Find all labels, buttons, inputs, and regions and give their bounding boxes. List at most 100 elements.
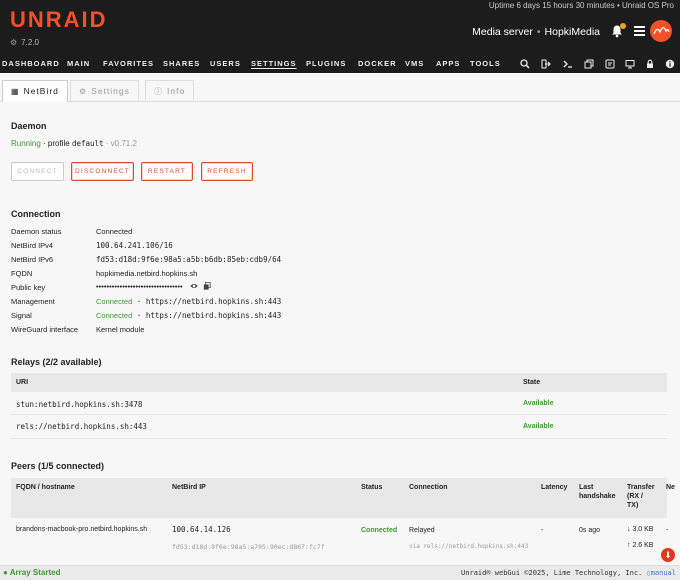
gear-icon: ⚙ — [10, 38, 18, 47]
tab-info[interactable]: ⓘ Info — [145, 80, 195, 101]
nav-shares[interactable]: SHARES — [163, 59, 200, 68]
peers-header-transfer: Transfer (RX / TX) — [627, 483, 655, 510]
array-status[interactable]: ● Array Started — [3, 568, 60, 577]
server-info[interactable]: Media server • HopkiMedia — [472, 26, 600, 38]
daemon-running-status: Running — [11, 139, 41, 148]
nav-dashboard[interactable]: DASHBOARD — [2, 59, 60, 68]
relays-title: Relays (2/2 available) — [11, 357, 102, 367]
daemon-version: · v0.71.2 — [103, 139, 137, 148]
peer-fqdn: brandons-macbook-pro.netbird.hopkins.sh — [16, 526, 148, 533]
tab-settings[interactable]: ⚙ Settings — [70, 80, 139, 101]
ipv4-value: 100.64.241.106/16 — [96, 241, 173, 250]
tab-label: Settings — [91, 86, 130, 96]
restart-button[interactable]: RESTART — [141, 162, 193, 181]
peers-table-header: FQDN / hostname NetBird IP Status Connec… — [11, 478, 675, 518]
peer-status: Connected — [361, 527, 398, 534]
terminal-icon[interactable] — [563, 59, 573, 69]
separator: • — [614, 1, 622, 10]
notification-badge — [620, 23, 626, 29]
peer-ipv6: fd53:d18d:9f6e:98a5:a705:90ec:d867:fc7f — [172, 543, 325, 551]
peer-tx: ↑ 2.6 KB — [627, 542, 654, 549]
unraid-logo[interactable]: UNRAID — [10, 7, 108, 33]
array-status-text: Array Started — [9, 568, 61, 577]
management-label: Management — [11, 297, 55, 306]
peer-extra: - — [666, 527, 669, 534]
info-circle-icon: ⓘ — [154, 87, 163, 96]
signal-label: Signal — [11, 311, 32, 320]
eye-icon[interactable] — [190, 282, 198, 290]
connect-button[interactable]: CONNECT — [11, 162, 64, 181]
profile-prefix: · profile — [40, 139, 72, 148]
feedback-icon[interactable] — [605, 59, 615, 69]
copyright-text: Unraid® webGui ©2025, Lime Technology, I… — [461, 569, 643, 577]
logout-icon[interactable] — [541, 59, 551, 69]
info-icon[interactable] — [665, 59, 675, 69]
ipv6-value: fd53:d18d:9f6e:98a5:a5b:b6db:85eb:cdb9/6… — [96, 255, 282, 264]
profile-name: default — [71, 139, 104, 148]
tab-label: NetBird — [23, 86, 59, 96]
search-icon[interactable] — [520, 59, 530, 69]
peer-via: via rels://netbird.hopkins.sh:443 — [409, 543, 529, 550]
daemon-title: Daemon — [11, 121, 47, 131]
peers-header-connection: Connection — [409, 484, 448, 491]
header: UNRAID ⚙ 7.2.0 Uptime 6 days 15 hours 30 … — [0, 0, 680, 56]
ipv6-label: NetBird IPv6 — [11, 255, 54, 264]
relays-header-uri: URI — [16, 379, 29, 386]
header-line: Last — [579, 484, 594, 491]
management-status: Connected — [96, 297, 133, 306]
disconnect-button[interactable]: DISCONNECT — [71, 162, 134, 181]
daemon-status-label: Daemon status — [11, 227, 62, 236]
nav-vms[interactable]: VMS — [405, 59, 424, 68]
peer-connection: Relayed — [409, 527, 435, 534]
header-line: TX) — [627, 502, 639, 509]
os-label[interactable]: Unraid OS Pro — [622, 1, 674, 10]
peer-handshake: 0s ago — [579, 527, 601, 534]
signal-status: Connected — [96, 311, 133, 320]
main-nav: DASHBOARD MAIN FAVORITES SHARES USERS SE… — [0, 56, 680, 73]
peers-header-handshake: Last handshake — [579, 483, 616, 501]
public-key-masked: ••••••••••••••••••••••••••••••••• — [96, 282, 183, 291]
version-label: ⚙ 7.2.0 — [10, 38, 39, 47]
nav-docker[interactable]: DOCKER — [358, 59, 397, 68]
copy-icon[interactable] — [203, 282, 211, 290]
management-value: Connected · https://netbird.hopkins.sh:4… — [96, 297, 281, 306]
refresh-button[interactable]: REFRESH — [201, 162, 253, 181]
nav-tools[interactable]: TOOLS — [470, 59, 501, 68]
menu-icon[interactable] — [634, 26, 645, 36]
uptime-text: Uptime 6 days 15 hours 30 minutes — [488, 1, 615, 10]
header-line: (RX / — [627, 493, 643, 500]
avatar-graphic — [653, 27, 670, 35]
nav-apps[interactable]: APPS — [436, 59, 460, 68]
display-icon[interactable] — [625, 59, 635, 69]
footer-copyright: Unraid® webGui ©2025, Lime Technology, I… — [461, 569, 676, 577]
peers-header-ip: NetBird IP — [172, 484, 206, 491]
row-divider — [11, 438, 667, 439]
nav-users[interactable]: USERS — [210, 59, 241, 68]
uptime-info: Uptime 6 days 15 hours 30 minutes • Unra… — [489, 1, 674, 10]
manual-link-label: manual — [650, 569, 676, 577]
tab-netbird[interactable]: ▦ NetBird — [2, 80, 68, 102]
separator: • — [536, 26, 541, 38]
version-text: 7.2.0 — [21, 38, 39, 47]
peers-header-status: Status — [361, 484, 383, 491]
nav-favorites[interactable]: FAVORITES — [103, 59, 154, 68]
peer-latency: - — [541, 527, 544, 534]
server-description: Media server — [472, 26, 533, 38]
fqdn-label: FQDN — [11, 269, 33, 278]
copy-icon[interactable] — [584, 59, 594, 69]
nav-settings[interactable]: SETTINGS — [251, 59, 297, 68]
gears-icon: ⚙ — [79, 87, 88, 96]
peer-rx: ↓ 3.0 KB — [627, 526, 654, 533]
footer: ● Array Started Unraid® webGui ©2025, Li… — [0, 565, 680, 580]
avatar[interactable] — [650, 20, 672, 42]
wireguard-label: WireGuard interface — [11, 325, 79, 334]
server-name: HopkiMedia — [544, 26, 600, 38]
lock-icon[interactable] — [645, 59, 655, 69]
nav-main[interactable]: MAIN — [67, 59, 90, 68]
nav-plugins[interactable]: PLUGINS — [306, 59, 346, 68]
ipv4-label: NetBird IPv4 — [11, 241, 54, 250]
daemon-status-value: Connected — [96, 227, 133, 236]
scroll-down-icon[interactable]: ⬇ — [661, 548, 675, 562]
manual-link[interactable]: ▯manual — [646, 569, 676, 577]
relays-header-state: State — [523, 379, 541, 386]
